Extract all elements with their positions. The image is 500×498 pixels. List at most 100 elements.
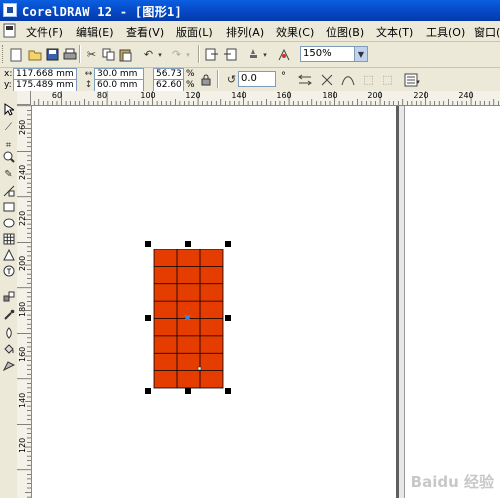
fill-tool-icon[interactable] (1, 341, 16, 357)
interactive-fill-tool-icon[interactable] (1, 357, 16, 373)
vertical-ruler[interactable]: 260 240 220 200 180 160 140 120 (17, 105, 32, 498)
toolbar-grip[interactable] (2, 45, 6, 63)
freehand-tool-icon[interactable]: ✎ (1, 166, 16, 182)
menu-window[interactable]: 窗口( (474, 24, 500, 40)
print-icon[interactable] (61, 46, 78, 63)
scale-x-percent: % (186, 69, 195, 79)
selection-handle-left[interactable] (145, 315, 151, 321)
ruler-origin-corner[interactable] (17, 91, 31, 105)
application-launcher-icon[interactable] (245, 46, 262, 63)
hruler-label: 220 (413, 91, 429, 100)
vruler-label: 200 (18, 255, 27, 271)
menu-file[interactable]: 文件(F) (26, 24, 63, 40)
save-icon[interactable] (44, 46, 61, 63)
watermark: Baidu 经验 (410, 473, 494, 491)
toolbox: ⟋ ⌗ ✎ (0, 91, 18, 498)
title-bar: CorelDRAW 12 - [图形1] (0, 0, 500, 21)
interactive-blend-tool-icon[interactable] (1, 289, 16, 305)
property-bar: x: y: 117.668 mm 175.489 mm ↔ ↕ 30.0 mm … (0, 68, 500, 92)
separator (79, 45, 81, 63)
mirror-horizontal-icon[interactable] (296, 71, 313, 88)
redo-icon[interactable]: ↷ (168, 46, 185, 63)
open-folder-icon[interactable] (26, 46, 43, 63)
undo-dropdown-icon[interactable]: ▾ (156, 46, 164, 63)
rotation-angle-field[interactable]: 0.0 (238, 71, 276, 87)
graph-paper-tool-icon[interactable] (1, 231, 16, 247)
page-edge (404, 106, 405, 498)
menu-text[interactable]: 文本(T) (376, 24, 413, 40)
hruler-label: 200 (367, 91, 383, 100)
selection-handle-top-right[interactable] (225, 241, 231, 247)
hruler-label: 60 (51, 91, 63, 100)
window-title: CorelDRAW 12 - [图形1] (22, 5, 183, 19)
x-label: x: (4, 69, 13, 79)
combine-icon[interactable]: ⬚ (360, 71, 377, 88)
horizontal-ruler[interactable]: 60 80 100 120 140 160 180 200 220 240 (17, 91, 500, 106)
app-icon (3, 3, 17, 17)
launcher-dropdown-icon[interactable]: ▾ (261, 46, 269, 63)
graph-paper-object[interactable] (152, 249, 226, 393)
degree-symbol: ° (281, 71, 286, 82)
hruler-label: 120 (185, 91, 201, 100)
vruler-label: 180 (18, 301, 27, 317)
selection-handle-right[interactable] (225, 315, 231, 321)
drawing-canvas[interactable]: Baidu 经验 (32, 106, 500, 498)
vruler-label: 260 (18, 119, 27, 135)
mirror-vertical-icon[interactable] (318, 71, 335, 88)
vruler-label: 120 (18, 437, 27, 453)
basic-shapes-tool-icon[interactable] (1, 247, 16, 263)
vruler-label: 220 (18, 210, 27, 226)
separator (198, 45, 200, 63)
vruler-label: 160 (18, 346, 27, 362)
menu-layout[interactable]: 版面(L) (176, 24, 213, 40)
menu-edit[interactable]: 编辑(E) (76, 24, 114, 40)
menu-bar: 文件(F) 编辑(E) 查看(V) 版面(L) 排列(A) 效果(C) 位图(B… (0, 21, 500, 42)
wrap-text-dropdown-icon[interactable]: ▾ (414, 73, 422, 90)
rectangle-tool-icon[interactable] (1, 199, 16, 215)
scale-y-percent: % (186, 80, 195, 90)
smart-fill-tool-icon[interactable] (1, 183, 16, 199)
paste-icon[interactable] (117, 46, 134, 63)
shape-tool-icon[interactable]: ⟋ (1, 119, 16, 135)
new-document-icon[interactable] (8, 46, 25, 63)
pick-tool-icon[interactable] (1, 101, 16, 117)
hruler-label: 240 (458, 91, 474, 100)
nonproportional-lock-icon[interactable] (199, 71, 213, 88)
redo-dropdown-icon[interactable]: ▾ (184, 46, 192, 63)
menu-bitmaps[interactable]: 位图(B) (326, 24, 364, 40)
zoom-level-field[interactable]: 150% (300, 46, 356, 62)
vruler-label: 240 (18, 164, 27, 180)
corel-online-icon[interactable] (275, 46, 292, 63)
menu-effects[interactable]: 效果(C) (276, 24, 314, 40)
standard-toolbar: ✂ ↶ ▾ ↷ ▾ ▾ 150% ▼ (0, 42, 500, 68)
hruler-label: 160 (276, 91, 292, 100)
text-tool-icon[interactable] (1, 263, 16, 279)
menu-arrange[interactable]: 排列(A) (226, 24, 264, 40)
zoom-tool-icon[interactable] (1, 149, 16, 165)
separator (217, 70, 219, 88)
node-marker[interactable] (197, 366, 202, 371)
menu-tools[interactable]: 工具(O) (426, 24, 465, 40)
selection-handle-top-left[interactable] (145, 241, 151, 247)
undo-icon[interactable]: ↶ (140, 46, 157, 63)
export-icon[interactable] (221, 46, 238, 63)
selection-handle-bottom-left[interactable] (145, 388, 151, 394)
hruler-label: 140 (231, 91, 247, 100)
outline-tool-icon[interactable] (1, 325, 16, 341)
menu-view[interactable]: 查看(V) (126, 24, 164, 40)
selection-handle-bottom-right[interactable] (225, 388, 231, 394)
ellipse-tool-icon[interactable] (1, 215, 16, 231)
zoom-dropdown-icon[interactable]: ▼ (354, 46, 368, 62)
cut-icon[interactable]: ✂ (83, 46, 100, 63)
eyedropper-tool-icon[interactable] (1, 307, 16, 323)
hruler-label: 180 (322, 91, 338, 100)
selection-handle-top[interactable] (185, 241, 191, 247)
import-icon[interactable] (203, 46, 220, 63)
copy-icon[interactable] (100, 46, 117, 63)
vruler-label: 140 (18, 392, 27, 408)
selection-handle-bottom[interactable] (185, 388, 191, 394)
convert-to-curves-icon[interactable] (339, 71, 356, 88)
y-label: y: (4, 80, 12, 90)
break-apart-icon[interactable]: ⬚ (379, 71, 396, 88)
document-icon[interactable] (3, 23, 17, 38)
